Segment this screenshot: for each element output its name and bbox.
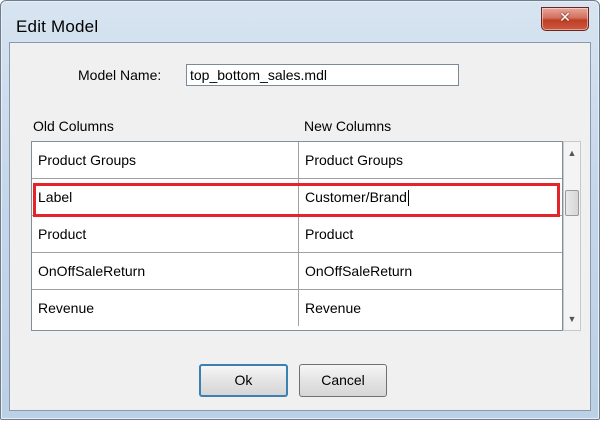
new-column-cell[interactable]: OnOffSaleReturn (299, 253, 562, 289)
grid-scrollbar[interactable]: ▲ ▼ (563, 141, 581, 331)
close-button[interactable]: ✕ (541, 7, 589, 31)
column-mapping-grid: Product Groups Product Groups Label Cust… (31, 141, 563, 331)
title-bar[interactable]: Edit Model ✕ (1, 1, 599, 41)
scroll-down-icon[interactable]: ▼ (564, 310, 580, 328)
new-columns-header: New Columns (304, 118, 392, 134)
scroll-thumb[interactable] (565, 190, 579, 216)
grid-row: OnOffSaleReturn OnOffSaleReturn (32, 253, 562, 290)
model-name-input[interactable]: top_bottom_sales.mdl (186, 64, 459, 86)
grid-row: Product Groups Product Groups (32, 142, 562, 179)
edit-model-dialog: Edit Model ✕ Model Name: top_bottom_sale… (0, 0, 600, 420)
dialog-body: Model Name: top_bottom_sales.mdl Old Col… (9, 42, 591, 411)
close-icon: ✕ (559, 10, 571, 26)
model-name-label: Model Name: (78, 67, 162, 83)
grid-row: Revenue Revenue (32, 290, 562, 327)
ok-button[interactable]: Ok (199, 364, 288, 397)
new-column-edit-text[interactable]: Customer/Brand (305, 189, 407, 205)
old-column-cell[interactable]: OnOffSaleReturn (32, 253, 299, 289)
grid-row: Product Product (32, 216, 562, 253)
new-column-cell[interactable]: Product Groups (299, 142, 562, 178)
text-caret (407, 190, 409, 207)
old-column-cell[interactable]: Revenue (32, 290, 299, 326)
old-column-cell[interactable]: Product Groups (32, 142, 299, 178)
grid-row: Label Customer/Brand (32, 179, 562, 216)
new-column-cell-editing[interactable]: Customer/Brand (299, 179, 562, 215)
window-title: Edit Model (16, 17, 99, 36)
new-column-cell[interactable]: Product (299, 216, 562, 252)
old-columns-header: Old Columns (33, 118, 114, 134)
scroll-up-icon[interactable]: ▲ (564, 144, 580, 162)
cancel-button[interactable]: Cancel (299, 364, 387, 397)
new-column-cell[interactable]: Revenue (299, 290, 562, 326)
old-column-cell[interactable]: Label (32, 179, 299, 215)
old-column-cell[interactable]: Product (32, 216, 299, 252)
